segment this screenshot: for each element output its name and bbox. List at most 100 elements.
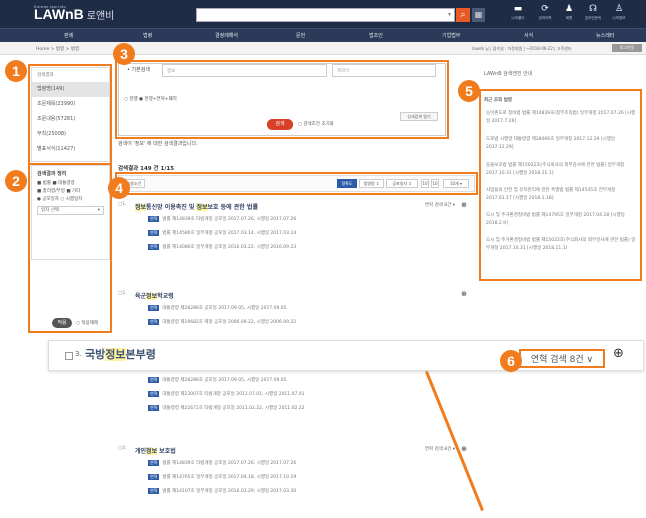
- nav-item[interactable]: 서식: [524, 32, 533, 39]
- zoom-icon[interactable]: ⊕: [613, 346, 624, 361]
- result-title[interactable]: 정보통신망 이용촉진 및 정보보호 등에 관한 법률: [135, 202, 258, 211]
- brand-name: LAWnB: [34, 6, 84, 22]
- result-checkbox[interactable]: □1.: [118, 202, 127, 207]
- result-checkbox[interactable]: □2.: [118, 291, 127, 296]
- recent-law-item[interactable]: 농어촌도로 정비법 법률 제14839호(정부조직법) 일부개정 2017.07…: [486, 110, 636, 125]
- search-button[interactable]: ⌕: [456, 8, 470, 22]
- nav-item[interactable]: 판례: [64, 32, 73, 39]
- search-hint: 검색어 '정보' 에 대한 검색결과입니다.: [118, 141, 198, 147]
- category-item[interactable]: 조문내용(57281): [32, 112, 109, 127]
- member-button[interactable]: ♟ 회원: [556, 3, 582, 21]
- history-entry[interactable]: 연혁 법률 제14580호 일부개정 공포일 2017.03.14, 시행일 20…: [148, 230, 296, 236]
- nav-item[interactable]: 문헌: [296, 32, 305, 39]
- engine-guide[interactable]: LAWnB 검색엔진 안내: [484, 70, 532, 77]
- grid-icon: ▦: [474, 10, 483, 19]
- nav-item[interactable]: 결정례해석: [215, 32, 238, 39]
- zoomed-result-row: 3. 국방정보본부령 연혁 검색 8건 ∨ ⊕: [48, 340, 644, 371]
- history-entry[interactable]: 연혁 대통령령 제28286호 공포일 2017.09.05, 시행일 2017.…: [148, 377, 286, 383]
- filter-title: 검색결과 정리: [37, 171, 67, 177]
- callout-badge: 4: [108, 177, 130, 199]
- nav-item[interactable]: 법령: [143, 32, 152, 39]
- panel-header: 검색결과: [37, 73, 54, 78]
- sort-name[interactable]: 법령명 ↕: [359, 179, 384, 188]
- category-item[interactable]: 조문제목(23990): [32, 97, 109, 112]
- checkbox-row[interactable]: ■ 법률 ■ 대통령령: [32, 179, 109, 187]
- history-entry[interactable]: 연혁 대통령령 제22672호 타법개정 공포일 2011.02.22, 시행일 …: [148, 405, 304, 411]
- account-info: lawnb 님 | 접속일 : 자문회원 | ~2018-06-22 | 고객센…: [472, 46, 572, 51]
- result-title[interactable]: 국방정보본부령: [85, 346, 156, 362]
- zoom-icon[interactable]: ⊕: [461, 290, 467, 298]
- result-checkbox[interactable]: [65, 352, 73, 360]
- result-checkbox[interactable]: □4.: [118, 446, 127, 451]
- result-count: 검색결과 149 건 1/15: [118, 166, 175, 172]
- recent-law-item[interactable]: 도시 및 주거환경정비법 법률 제15022호(주식회사의 외부감사에 관한 법…: [486, 237, 636, 252]
- logout-button[interactable]: 로그아웃: [612, 44, 642, 52]
- app-window: Korean law info LAWnB 로앤비 ▾ ⌕ ▦ ▬ 나의폴더 ⟳ 검색…: [0, 0, 646, 518]
- breadcrumb-bar: Home > 법령 > 법령 lawnb 님 | 접속일 : 자문회원 | ~2…: [0, 42, 646, 55]
- history-entry[interactable]: 연혁 대통령령 제28286호 공포일 2017.09.05, 시행일 2017.…: [148, 305, 286, 311]
- history-entry[interactable]: 연혁 법률 제14839호 타법개정 공포일 2017.07.26, 시행일 20…: [148, 216, 296, 222]
- myinfo-button[interactable]: ♙ 나의정보: [606, 3, 632, 21]
- category-item[interactable]: 별표서식(11427): [32, 142, 109, 157]
- callout-badge: 2: [5, 170, 27, 192]
- zoom-icon[interactable]: ⊕: [461, 201, 467, 209]
- nav-item[interactable]: 기업법무: [442, 32, 460, 39]
- history-link[interactable]: 연혁 검색 8건 ∨: [519, 349, 605, 368]
- user-icon: ♙: [614, 4, 624, 14]
- history-button[interactable]: ⟳ 검색이력: [532, 3, 558, 21]
- exclude-input[interactable]: 제외어: [332, 64, 436, 77]
- brand-korean: 로앤비: [86, 11, 115, 22]
- history-entry[interactable]: 연혁 법률 제14765호 일부개정 공포일 2017.04.18, 시행일 20…: [148, 474, 296, 480]
- zoom-icon[interactable]: ⊕: [461, 445, 467, 453]
- category-item[interactable]: 법령명(149): [32, 82, 109, 97]
- date-select[interactable]: 일자 선택 ▾: [37, 206, 104, 215]
- basic-search-label: • 기본검색: [127, 67, 150, 73]
- sort-date[interactable]: 공포일자 ↕: [386, 179, 418, 188]
- nav-item[interactable]: 뉴스레터: [596, 32, 614, 39]
- breadcrumb: Home > 법령 > 법령: [36, 47, 80, 52]
- checkbox-row[interactable]: ■ 총리령/부령 ■ 기타: [32, 187, 109, 195]
- submit-search-button[interactable]: 검색: [267, 119, 293, 130]
- recent-law-item[interactable]: 동물보호법 법률 제15022호(주식회사의 외부감사에 관한 법률) 일부개정…: [486, 162, 636, 177]
- view-option[interactable]: 10: [431, 179, 439, 188]
- history-entry[interactable]: 연혁 대통령령 제19682호 제정 공포일 2006.09.22, 시행일 20…: [148, 319, 296, 325]
- result-number: 3.: [75, 350, 82, 358]
- detail-search-button[interactable]: 상세검색 열기: [400, 112, 438, 121]
- history-link[interactable]: 연혁 검색 8건 ▾: [425, 446, 455, 452]
- top-bar: Korean law info LAWnB 로앤비 ▾ ⌕ ▦ ▬ 나의폴더 ⟳ 검색…: [0, 0, 646, 28]
- reset-filter[interactable]: ○ 적용해제: [76, 320, 98, 326]
- page-size-select[interactable]: 10개 ▾: [443, 179, 469, 188]
- folder-button[interactable]: ▬ 나의폴더: [505, 3, 531, 21]
- radio-row[interactable]: ● 공포일자 ○ 시행일자: [32, 195, 109, 203]
- pointer-line: [425, 370, 484, 512]
- history-entry[interactable]: 연혁 법률 제14080호 일부개정 공포일 2016.03.22, 시행일 20…: [148, 244, 296, 250]
- inquiry-button[interactable]: ☊ 온라인문의: [580, 3, 606, 21]
- callout-badge: 1: [5, 60, 27, 82]
- keyword-input[interactable]: 정보: [162, 64, 327, 77]
- folder-icon: ▬: [513, 4, 523, 14]
- scope-radios[interactable]: ○ 현행 ● 현행+연혁+폐지: [124, 96, 177, 102]
- reset-search-link[interactable]: ○ 검색조건 초기화: [298, 121, 334, 127]
- category-item[interactable]: 부칙(25008): [32, 127, 109, 142]
- result-title[interactable]: 육군정보학교령: [135, 291, 174, 300]
- history-icon: ⟳: [541, 4, 549, 14]
- sort-accuracy[interactable]: 정확도: [337, 179, 357, 188]
- logo[interactable]: Korean law info LAWnB 로앤비: [34, 4, 114, 22]
- apply-button[interactable]: 적용: [52, 318, 72, 328]
- search-input[interactable]: ▾: [196, 8, 455, 22]
- history-entry[interactable]: 연혁 대통령령 제23007호 타법개정 공포일 2011.07.01, 시행일 …: [148, 391, 304, 397]
- history-link[interactable]: 연혁 검색 8건 ▾: [425, 202, 455, 208]
- grid-button[interactable]: ▦: [472, 8, 485, 22]
- main-nav: 판례 법령 결정례해석 문헌 법조인 기업법무 서식 뉴스레터: [0, 28, 646, 42]
- recent-law-item[interactable]: 도로법 시행령 대통령령 제28466호 일부개정 2017.12.29 [시행…: [486, 136, 636, 151]
- history-entry[interactable]: 연혁 법률 제14107호 일부개정 공포일 2016.03.29, 시행일 20…: [148, 488, 296, 494]
- result-category-panel: 검색결과 법령명(149) 조문제목(23990) 조문내용(57281) 부칙…: [31, 67, 110, 162]
- result-title[interactable]: 개인정보 보호법: [135, 446, 176, 455]
- callout-badge: 3: [113, 43, 135, 65]
- nav-item[interactable]: 법조인: [369, 32, 383, 39]
- recent-law-item[interactable]: 사업들의 안전 및 유지관리에 관한 특별법 법률 제14545호 전부개정 2…: [486, 187, 636, 202]
- view-option[interactable]: 10: [421, 179, 429, 188]
- recent-law-item[interactable]: 도시 및 주거환경정비법 법률 제14795호 일부개정 2017.04.18 …: [486, 212, 636, 227]
- chevron-down-icon[interactable]: ▾: [448, 11, 451, 18]
- history-entry[interactable]: 연혁 법률 제14839호 타법개정 공포일 2017.07.26, 시행일 20…: [148, 460, 296, 466]
